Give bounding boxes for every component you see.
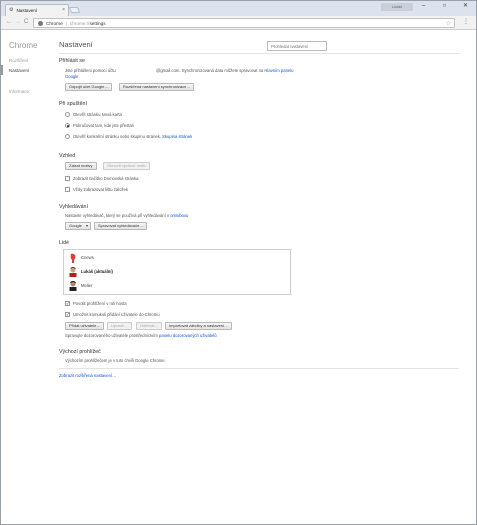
signin-email-suffix: @gmail.com. Synchronizovaná data můžete … <box>156 68 264 73</box>
reload-icon[interactable]: C <box>24 19 28 26</box>
search-desc-text: Nastavte vyhledávač, který se používá př… <box>65 213 170 218</box>
remove-user-button[interactable]: Odebrat… <box>136 322 163 330</box>
avatar <box>70 253 76 263</box>
bookmark-star-icon[interactable]: ☆ <box>446 20 451 27</box>
person-name: Cnews <box>81 255 94 260</box>
edit-user-button[interactable]: Upravit… <box>107 322 132 330</box>
omnibox-link[interactable]: omniboxu <box>170 213 188 218</box>
startup-opt2-label: Pokračovat tam, kde jste přestali <box>73 123 134 128</box>
startup-radio-pages[interactable] <box>65 134 70 139</box>
title-bar: ⚙ Nastavení × Lukáš – □ ✕ <box>1 1 476 16</box>
page-title: Nastavení <box>59 40 93 49</box>
advanced-sync-button[interactable]: Rozšířená nastavení synchronizace… <box>119 83 195 91</box>
sidebar-item-settings[interactable]: Nastavení <box>9 68 29 73</box>
sidebar-item-extensions[interactable]: Rozšíření <box>9 58 28 63</box>
disconnect-account-button[interactable]: Odpojit účet Google… <box>65 83 113 91</box>
add-person-label: Umožnit komukoli přidání uživatele do Ch… <box>73 312 160 317</box>
signin-line: Jste přihlášeni pomocí účtu <box>65 68 116 73</box>
tab-settings[interactable]: ⚙ Nastavení × <box>5 4 69 16</box>
search-desc: Nastavte vyhledávač, který se používá př… <box>65 213 188 218</box>
manage-search-engines-button[interactable]: Spravovat vyhledávače… <box>94 222 148 230</box>
omnibox[interactable]: Chrome | chrome:// settings ☆ <box>33 18 455 28</box>
people-list: Cnews Lukáš (aktuální) Melier <box>63 249 291 295</box>
list-item[interactable]: Cnews <box>69 252 269 264</box>
avatar <box>69 267 77 277</box>
avatar <box>69 281 77 291</box>
add-user-button[interactable]: Přidat uživatele… <box>65 322 105 330</box>
minimize-button[interactable]: – <box>413 1 434 12</box>
omnibox-separator: | <box>65 20 67 26</box>
sidebar: Chrome Rozšíření Nastavení Informace <box>1 31 51 524</box>
startup-radio-continue[interactable] <box>65 123 70 128</box>
sidebar-brand: Chrome <box>9 41 38 50</box>
page-set-link[interactable]: Skupina stránek <box>162 134 192 139</box>
supervised-text: Spravujte dozorovaného uživatele prostře… <box>65 333 217 338</box>
supervised-users-link[interactable]: panelu dozorovaných uživatelů <box>159 333 217 338</box>
home-button-label: Zobrazit tlačítko Domovská stránka <box>73 176 139 181</box>
default-browser-text: Výchozím prohlížečem je v tuto chvíli Go… <box>65 358 166 363</box>
bookmarks-bar-checkbox[interactable] <box>65 187 70 192</box>
gear-icon: ⚙ <box>9 7 14 13</box>
toolbar: ← → C Chrome | chrome:// settings ☆ ⋮ <box>1 16 476 30</box>
omnibox-origin: Chrome <box>46 20 63 26</box>
new-tab-button[interactable] <box>68 7 81 13</box>
supervised-desc: Spravujte dozorovaného uživatele prostře… <box>65 333 158 338</box>
search-title: Vyhledávání <box>59 204 88 210</box>
startup-radio-newtab[interactable] <box>65 112 70 117</box>
startup-opt3-label: Otevřít konkrétní stránku nebo skupinu s… <box>73 134 192 139</box>
sidebar-active-indicator <box>1 65 3 75</box>
profile-button[interactable]: Lukáš <box>381 3 413 11</box>
divider <box>59 53 459 54</box>
startup-opt3-text: Otevřít konkrétní stránku nebo skupinu s… <box>73 134 161 139</box>
menu-icon[interactable]: ⋮ <box>463 19 469 26</box>
dashboard-link[interactable]: Hlavním panelu <box>264 68 293 73</box>
add-person-checkbox[interactable]: ✓ <box>65 312 70 317</box>
tab-title: Nastavení <box>16 8 38 13</box>
back-icon[interactable]: ← <box>6 19 12 26</box>
chrome-icon <box>38 20 43 26</box>
appearance-title: Vzhled <box>59 153 76 159</box>
list-item[interactable]: Melier <box>69 280 269 292</box>
guest-browsing-label: Povolit prohlížení v roli hosta <box>73 301 127 306</box>
omnibox-url-path: settings <box>89 20 106 26</box>
person-name: Melier <box>81 283 93 288</box>
search-engine-select[interactable]: Google ▾ <box>65 222 91 230</box>
home-button-checkbox[interactable] <box>65 176 70 181</box>
google-link[interactable]: Google <box>65 74 79 79</box>
guest-browsing-checkbox[interactable]: ✓ <box>65 301 70 306</box>
get-themes-button[interactable]: Získat motivy <box>65 162 97 170</box>
tab-close-icon[interactable]: × <box>62 8 65 13</box>
import-bookmarks-button[interactable]: Importovat záložky a nastavení… <box>165 322 233 330</box>
person-name: Lukáš (aktuální) <box>81 269 113 274</box>
maximize-button[interactable]: □ <box>434 1 455 12</box>
reset-theme-button[interactable]: Obnovit výchozí motiv <box>103 162 151 170</box>
advanced-settings-link[interactable]: Zobrazit rozšířená nastavení… <box>59 373 116 378</box>
people-title: Lidé <box>59 240 70 246</box>
search-engine-value: Google <box>69 223 82 228</box>
chevron-down-icon: ▾ <box>85 223 88 228</box>
divider <box>59 368 459 369</box>
signin-text: Jste přihlášeni pomocí účtu @gmail.com. … <box>65 68 294 73</box>
browser-window: ⚙ Nastavení × Lukáš – □ ✕ ← → C Chrome |… <box>0 0 477 525</box>
search-settings-input[interactable] <box>267 41 327 51</box>
startup-title: Při spuštění <box>59 101 87 107</box>
sidebar-item-about[interactable]: Informace <box>9 89 29 94</box>
list-item[interactable]: Lukáš (aktuální) <box>69 266 269 278</box>
close-window-button[interactable]: ✕ <box>455 1 476 12</box>
startup-opt1-label: Otevřít stránku Nová karta <box>73 112 122 117</box>
omnibox-url-scheme: chrome:// <box>69 20 90 26</box>
forward-icon[interactable]: → <box>15 19 21 26</box>
bookmarks-bar-label: Vždy zobrazovat lištu záložek <box>73 187 128 192</box>
default-browser-title: Výchozí prohlížeč <box>59 349 101 355</box>
signin-title: Přihlásit se <box>59 58 85 64</box>
